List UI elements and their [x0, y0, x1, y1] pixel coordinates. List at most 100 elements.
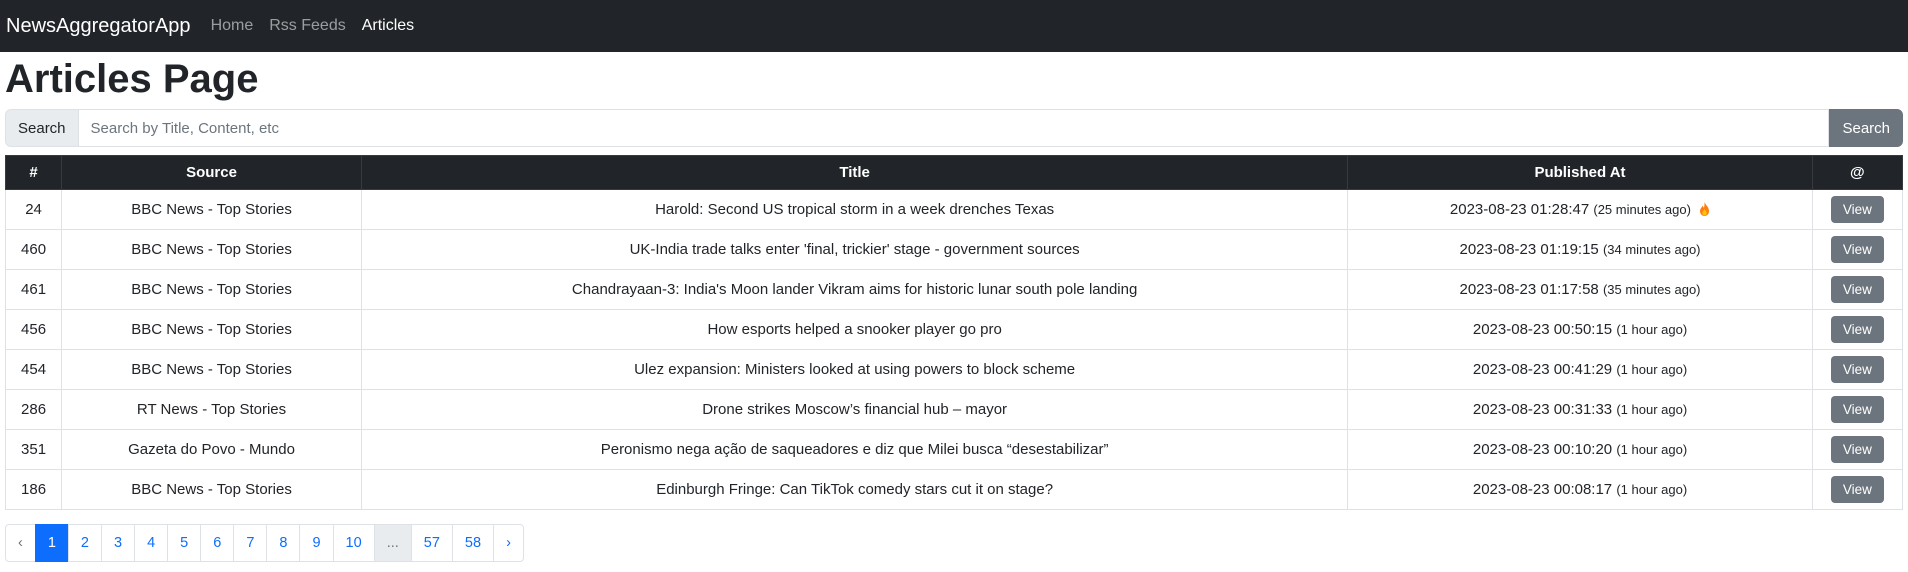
- article-id: 460: [4, 229, 63, 270]
- article-title: Peronismo nega ação de saqueadores e diz…: [360, 429, 1349, 470]
- view-button[interactable]: View: [1830, 236, 1884, 263]
- header-id: #: [4, 155, 63, 190]
- view-button[interactable]: View: [1830, 316, 1884, 343]
- table-row: 461 BBC News - Top Stories Chandrayaan-3…: [4, 269, 1904, 310]
- published-relative: (25 minutes ago): [1593, 202, 1691, 217]
- page-link-10[interactable]: 10: [332, 524, 375, 562]
- header-actions: @: [1811, 155, 1904, 190]
- article-source: Gazeta do Povo - Mundo: [61, 429, 362, 470]
- article-source: BBC News - Top Stories: [61, 349, 362, 390]
- article-published: 2023-08-23 00:41:29 (1 hour ago): [1347, 349, 1813, 390]
- table-row: 454 BBC News - Top Stories Ulez expansio…: [4, 349, 1904, 390]
- article-id: 456: [4, 309, 63, 350]
- article-actions: View: [1811, 229, 1904, 270]
- published-datetime: 2023-08-23 00:31:33: [1472, 401, 1613, 418]
- brand-logo[interactable]: NewsAggregatorApp: [6, 15, 191, 38]
- page-link-6[interactable]: 6: [200, 524, 235, 562]
- article-source: RT News - Top Stories: [61, 389, 362, 430]
- page-link-2[interactable]: 2: [67, 524, 102, 562]
- view-button[interactable]: View: [1830, 436, 1884, 463]
- article-actions: View: [1811, 429, 1904, 470]
- view-button[interactable]: View: [1830, 396, 1884, 423]
- article-id: 24: [4, 189, 63, 230]
- article-published: 2023-08-23 00:10:20 (1 hour ago): [1347, 429, 1813, 470]
- article-actions: View: [1811, 309, 1904, 350]
- header-title: Title: [360, 155, 1349, 190]
- page-link-8[interactable]: 8: [266, 524, 301, 562]
- article-title: Chandrayaan-3: India's Moon lander Vikra…: [360, 269, 1349, 310]
- article-title: Edinburgh Fringe: Can TikTok comedy star…: [360, 469, 1349, 510]
- page-title: Articles Page: [5, 57, 259, 101]
- nav-link-articles[interactable]: Articles: [362, 17, 414, 35]
- article-published: 2023-08-23 00:08:17 (1 hour ago): [1347, 469, 1813, 510]
- article-id: 454: [4, 349, 63, 390]
- page-link-5[interactable]: 5: [167, 524, 202, 562]
- search-button[interactable]: Search: [1829, 109, 1903, 147]
- view-button[interactable]: View: [1830, 476, 1884, 503]
- header-source: Source: [61, 155, 362, 190]
- table-header-row: # Source Title Published At @: [4, 155, 1904, 190]
- article-source: BBC News - Top Stories: [61, 469, 362, 510]
- view-button[interactable]: View: [1830, 196, 1884, 223]
- published-datetime: 2023-08-23 00:10:20: [1472, 441, 1613, 458]
- page-link-57[interactable]: 57: [410, 524, 453, 562]
- article-source: BBC News - Top Stories: [61, 229, 362, 270]
- table-row: 286 RT News - Top Stories Drone strikes …: [4, 389, 1904, 430]
- article-actions: View: [1811, 389, 1904, 430]
- table-body: 24 BBC News - Top Stories Harold: Second…: [4, 189, 1904, 510]
- search-bar: Search Search: [5, 109, 1903, 147]
- article-title: Ulez expansion: Ministers looked at usin…: [360, 349, 1349, 390]
- article-published: 2023-08-23 01:17:58 (35 minutes ago): [1347, 269, 1813, 310]
- navbar: NewsAggregatorApp Home Rss Feeds Article…: [0, 0, 1908, 52]
- article-source: BBC News - Top Stories: [61, 269, 362, 310]
- fire-icon: [1700, 202, 1710, 216]
- search-input[interactable]: [77, 109, 1830, 147]
- page-link-7[interactable]: 7: [233, 524, 268, 562]
- published-relative: (1 hour ago): [1616, 482, 1688, 497]
- published-datetime: 2023-08-23 00:41:29: [1472, 361, 1613, 378]
- page-next-button[interactable]: ›: [493, 524, 524, 562]
- article-title: Harold: Second US tropical storm in a we…: [360, 189, 1349, 230]
- page-link-4[interactable]: 4: [134, 524, 169, 562]
- published-datetime: 2023-08-23 00:50:15: [1472, 321, 1613, 338]
- article-published: 2023-08-23 01:28:47 (25 minutes ago): [1347, 189, 1813, 230]
- article-id: 286: [4, 389, 63, 430]
- article-published: 2023-08-23 01:19:15 (34 minutes ago): [1347, 229, 1813, 270]
- published-relative: (34 minutes ago): [1602, 242, 1701, 257]
- article-title: Drone strikes Moscow’s financial hub – m…: [360, 389, 1349, 430]
- article-title: UK-India trade talks enter 'final, trick…: [360, 229, 1349, 270]
- article-published: 2023-08-23 00:31:33 (1 hour ago): [1347, 389, 1813, 430]
- published-datetime: 2023-08-23 01:28:47: [1449, 201, 1590, 218]
- pagination: ‹ 1 2 3 4 5 6 7 8 9 10... 57 58 ›: [5, 524, 1903, 562]
- article-actions: View: [1811, 469, 1904, 510]
- published-relative: (1 hour ago): [1616, 322, 1688, 337]
- page-prev-button[interactable]: ‹: [5, 524, 36, 562]
- published-datetime: 2023-08-23 00:08:17: [1472, 481, 1613, 498]
- view-button[interactable]: View: [1830, 276, 1884, 303]
- articles-table: # Source Title Published At @ 24 BBC New…: [4, 155, 1904, 510]
- view-button[interactable]: View: [1830, 356, 1884, 383]
- article-id: 461: [4, 269, 63, 310]
- article-source: BBC News - Top Stories: [61, 309, 362, 350]
- published-relative: (1 hour ago): [1616, 362, 1688, 377]
- article-actions: View: [1811, 189, 1904, 230]
- table-row: 186 BBC News - Top Stories Edinburgh Fri…: [4, 469, 1904, 510]
- published-relative: (1 hour ago): [1616, 402, 1688, 417]
- article-actions: View: [1811, 269, 1904, 310]
- page-link-1[interactable]: 1: [34, 524, 69, 562]
- published-datetime: 2023-08-23 01:17:58: [1459, 281, 1599, 298]
- published-relative: (35 minutes ago): [1602, 282, 1701, 297]
- page-link-9[interactable]: 9: [299, 524, 334, 562]
- table-row: 24 BBC News - Top Stories Harold: Second…: [4, 189, 1904, 230]
- nav-link-rss-feeds[interactable]: Rss Feeds: [269, 17, 345, 35]
- published-relative: (1 hour ago): [1616, 442, 1688, 457]
- nav-link-home[interactable]: Home: [211, 17, 254, 35]
- article-title: How esports helped a snooker player go p…: [360, 309, 1349, 350]
- article-id: 351: [4, 429, 63, 470]
- page-link-3[interactable]: 3: [101, 524, 136, 562]
- header-published-at: Published At: [1347, 155, 1813, 190]
- page-link-58[interactable]: 58: [451, 524, 495, 562]
- main-container: Articles Page Search Search # Source Tit…: [0, 59, 1908, 562]
- article-id: 186: [4, 469, 63, 510]
- table-row: 351 Gazeta do Povo - Mundo Peronismo neg…: [4, 429, 1904, 470]
